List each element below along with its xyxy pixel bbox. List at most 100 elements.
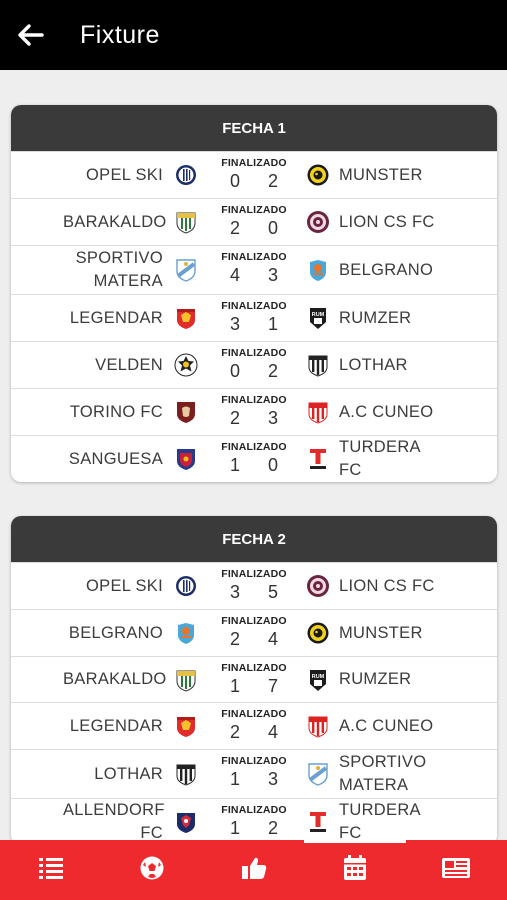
rumzer-crest: RUM [310, 308, 326, 329]
svg-text:RUM: RUM [312, 312, 325, 318]
turdera-fc-crest [310, 812, 326, 832]
match-row[interactable]: SPORTIVO MATERA FINALIZADO 4 3 BELGRANO [11, 245, 497, 294]
home-score: 3 [229, 582, 240, 602]
match-status: FINALIZADO [221, 251, 287, 263]
match-row[interactable]: VELDEN FINALIZADO 0 2 LOTHAR [11, 341, 497, 388]
sportivo-matera-crest [308, 763, 328, 786]
match-score: 2 4 [210, 629, 298, 650]
away-score: 2 [267, 361, 278, 381]
match-row[interactable]: OPEL SKI FINALIZADO 3 5 LION CS FC [11, 562, 497, 609]
ac-cuneo-crest [308, 716, 328, 738]
away-team-name: RUMZER [339, 670, 412, 688]
match-row[interactable]: LEGENDAR FINALIZADO 3 1 RUM RUMZER [11, 294, 497, 341]
sportivo-matera-crest [176, 259, 196, 282]
round-card: FECHA 2 OPEL SKI FINALIZADO 3 5 LION CS … [11, 516, 497, 840]
back-button[interactable] [0, 0, 62, 70]
match-score: 1 2 [210, 818, 298, 839]
match-status: FINALIZADO [221, 441, 287, 453]
lothar-crest [308, 355, 328, 377]
match-status: FINALIZADO [221, 708, 287, 720]
match-score: 2 4 [210, 722, 298, 743]
nav-item-thumbs-up[interactable] [203, 840, 304, 900]
away-team-name: MUNSTER [339, 165, 423, 184]
thumbs-up-icon [240, 855, 268, 886]
allendorf-fc-crest [177, 813, 195, 833]
home-score: 1 [229, 818, 240, 838]
away-team-name: A.C CUNEO [339, 402, 434, 421]
match-status: FINALIZADO [221, 204, 287, 216]
torino-fc-crest [177, 402, 195, 423]
match-row[interactable]: BELGRANO FINALIZADO 2 4 MUNSTER [11, 609, 497, 656]
away-team-name: TURDERA FC [339, 801, 420, 840]
away-team-name: MUNSTER [339, 623, 423, 642]
home-team-name: BARAKALDO [63, 212, 167, 231]
away-score: 0 [267, 455, 278, 475]
home-team-name: BARAKALDO [63, 670, 167, 688]
nav-item-newspaper[interactable] [406, 840, 507, 900]
list-icon [37, 856, 65, 885]
match-status: FINALIZADO [221, 615, 287, 627]
newspaper-icon [441, 856, 471, 885]
match-row[interactable]: SANGUESA FINALIZADO 1 0 TURDERA FC [11, 435, 497, 482]
legendar-crest [177, 717, 195, 737]
nav-item-calendar[interactable] [304, 840, 407, 900]
home-team-name: OPEL SKI [86, 576, 163, 595]
match-row[interactable]: ALLENDORF FC FINALIZADO 1 2 TURDERA FC [11, 798, 497, 840]
velden-crest [174, 353, 198, 377]
away-score: 4 [267, 722, 278, 742]
away-team-name: TURDERA FC [339, 438, 420, 479]
away-score: 2 [267, 818, 278, 838]
match-row[interactable]: OPEL SKI FINALIZADO 0 2 MUNSTER [11, 151, 497, 198]
home-score: 2 [229, 408, 240, 428]
home-score: 1 [229, 676, 240, 696]
away-team-name: LOTHAR [339, 355, 408, 374]
match-row[interactable]: LEGENDAR FINALIZADO 2 4 A.C CUNEO [11, 702, 497, 749]
home-team-name: BELGRANO [68, 623, 163, 642]
match-score: 1 7 [210, 676, 298, 697]
ac-cuneo-crest [308, 402, 328, 424]
home-score: 0 [229, 361, 240, 381]
away-score: 1 [267, 314, 278, 334]
match-status: FINALIZADO [221, 804, 287, 816]
lothar-crest [176, 764, 196, 786]
turdera-fc-crest [310, 449, 326, 469]
home-team-name: VELDEN [95, 355, 163, 374]
match-score: 1 3 [210, 769, 298, 790]
away-score: 7 [267, 676, 278, 696]
home-team-name: LEGENDAR [69, 716, 163, 735]
away-score: 2 [267, 171, 278, 191]
match-row[interactable]: BARAKALDO FINALIZADO 2 0 LION CS FC [11, 198, 497, 245]
fixture-list[interactable]: FECHA 1 OPEL SKI FINALIZADO 0 2 MUNSTER … [0, 70, 507, 840]
opel-ski-crest [176, 165, 196, 185]
match-row[interactable]: BARAKALDO FINALIZADO 1 7 RUM RUMZER [11, 656, 497, 702]
soccer-ball-icon [139, 855, 165, 886]
match-score: 2 0 [210, 218, 298, 239]
belgrano-crest [310, 260, 326, 281]
match-score: 4 3 [210, 265, 298, 286]
away-team-name: BELGRANO [339, 260, 434, 279]
home-team-name: LEGENDAR [69, 308, 163, 327]
home-score: 3 [229, 314, 240, 334]
away-team-name: LION CS FC [339, 576, 435, 595]
rumzer-crest: RUM [310, 669, 326, 691]
arrow-left-icon [18, 24, 44, 46]
calendar-icon [342, 854, 368, 887]
legendar-crest [177, 309, 195, 329]
match-status: FINALIZADO [221, 662, 287, 674]
match-row[interactable]: LOTHAR FINALIZADO 1 3 SPORTIVO MATERA [11, 749, 497, 798]
away-team-name: SPORTIVO MATERA [339, 753, 427, 794]
home-score: 4 [229, 265, 240, 285]
nav-item-soccer-ball[interactable] [101, 840, 202, 900]
match-status: FINALIZADO [221, 755, 287, 767]
away-score: 3 [267, 408, 278, 428]
match-score: 3 1 [210, 314, 298, 335]
home-team-name: LOTHAR [94, 764, 163, 783]
away-team-name: RUMZER [339, 308, 412, 327]
home-score: 0 [229, 171, 240, 191]
nav-item-list[interactable] [0, 840, 101, 900]
home-score: 2 [229, 218, 240, 238]
round-title: FECHA 2 [11, 516, 497, 562]
match-row[interactable]: TORINO FC FINALIZADO 2 3 A.C CUNEO [11, 388, 497, 435]
home-score: 1 [229, 455, 240, 475]
munster-crest [307, 622, 329, 644]
